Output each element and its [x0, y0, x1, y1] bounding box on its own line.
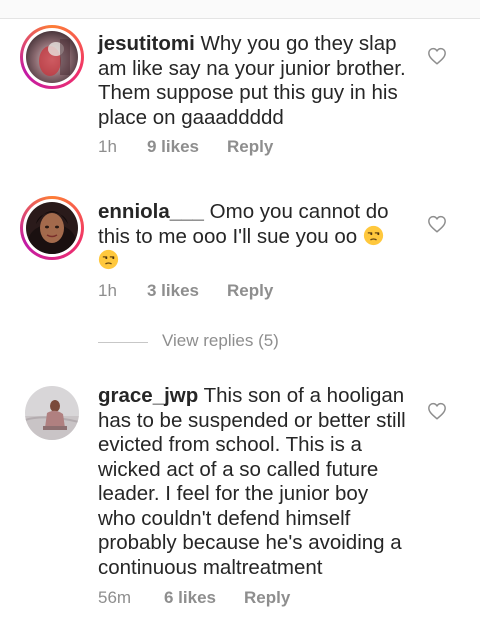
comment-time: 1h — [98, 137, 117, 156]
reply-button[interactable]: Reply — [244, 588, 290, 608]
comment-time: 1h — [98, 281, 117, 300]
top-bar-divider — [0, 0, 480, 19]
comment-username[interactable]: jesutitomi — [98, 32, 195, 55]
avatar[interactable] — [20, 25, 84, 89]
avatar[interactable] — [25, 386, 79, 440]
comment-text: grace_jwp This son of a hooligan has to … — [98, 384, 410, 580]
heart-icon[interactable] — [427, 47, 447, 65]
comment-text: jesutitomi Why you go they slap am like … — [98, 32, 410, 130]
comment-username[interactable]: grace_jwp — [98, 384, 198, 407]
heart-icon[interactable] — [427, 215, 447, 233]
unamused-face-icon — [98, 249, 119, 270]
profile-photo — [26, 31, 78, 83]
heart-icon[interactable] — [427, 402, 447, 420]
view-replies-label: View replies (5) — [162, 331, 279, 350]
profile-photo — [26, 202, 78, 254]
comment-time: 56m — [98, 588, 132, 607]
comment-meta: 56m 6 likes Reply — [98, 588, 290, 608]
comment-text: enniola___ Omo you cannot do this to me … — [98, 200, 410, 274]
comment-meta: 1h 3 likes Reply — [98, 281, 273, 301]
comment-likes[interactable]: 6 likes — [164, 588, 216, 608]
comment-likes[interactable]: 3 likes — [147, 281, 199, 301]
comment-meta: 1h 9 likes Reply — [98, 137, 273, 157]
comment-body: This son of a hooligan has to be suspend… — [98, 384, 406, 579]
comment-username[interactable]: enniola___ — [98, 200, 204, 223]
comment-likes[interactable]: 9 likes — [147, 137, 199, 157]
replies-divider — [98, 342, 148, 343]
reply-button[interactable]: Reply — [227, 281, 273, 301]
avatar[interactable] — [20, 196, 84, 260]
unamused-face-icon — [363, 225, 384, 245]
reply-button[interactable]: Reply — [227, 137, 273, 157]
